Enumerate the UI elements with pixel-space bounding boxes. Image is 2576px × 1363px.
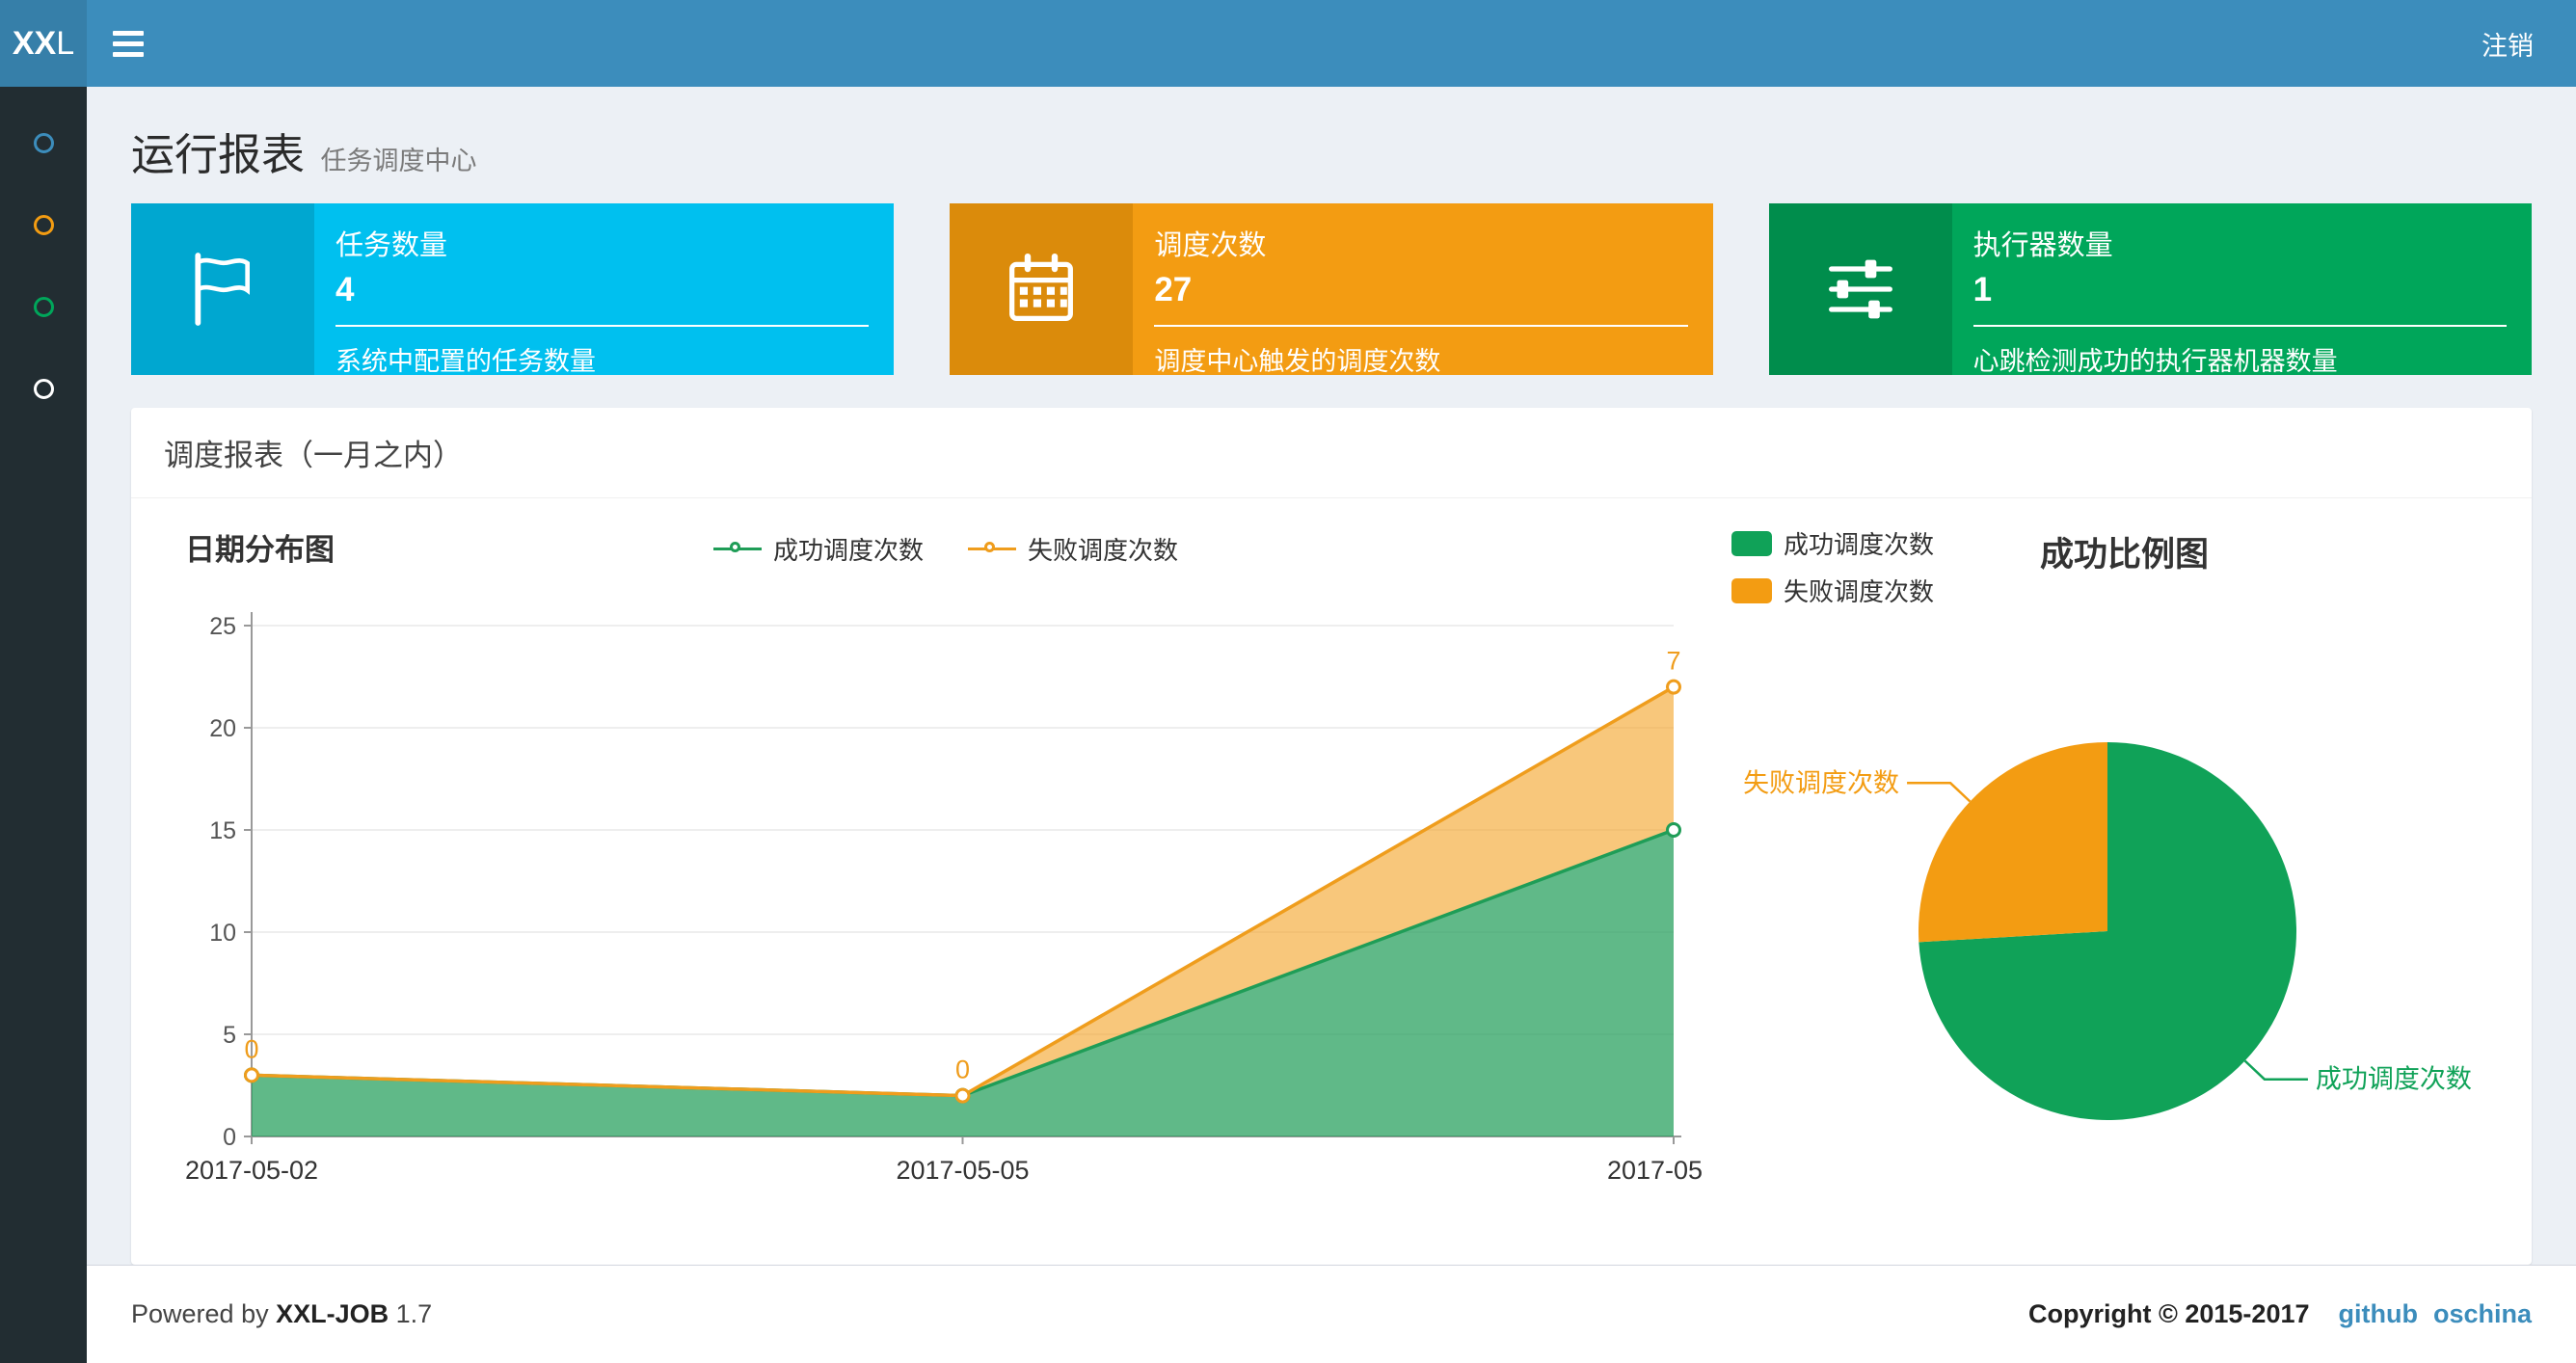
info-box-value: 4 <box>335 271 355 308</box>
footer-right: Copyright © 2015-2017 github oschina <box>2028 1299 2532 1329</box>
info-box-content: 调度次数 27 调度中心触发的调度次数 <box>1133 203 1712 376</box>
version: 1.7 <box>395 1299 433 1328</box>
info-box-content: 执行器数量 1 心跳检测成功的执行器机器数量 <box>1952 203 2532 376</box>
info-box-divider <box>1972 325 2507 327</box>
page-header: 运行报表 任务调度中心 <box>114 112 2549 203</box>
sidebar-toggle-button[interactable] <box>87 0 170 87</box>
flag-icon <box>131 203 314 375</box>
svg-text:2017-05-02: 2017-05-02 <box>185 1156 318 1185</box>
info-box-title: 任务数量 <box>335 230 448 261</box>
svg-text:10: 10 <box>209 920 236 947</box>
logo-text-bold: XX <box>12 24 57 62</box>
line-chart-svg: 05101520252017-05-022017-05-052017-05-08… <box>185 612 1740 1185</box>
sidebar-item-4-circle-icon[interactable] <box>33 379 54 399</box>
panel-header: 调度报表（一月之内） <box>131 408 2532 498</box>
svg-text:15: 15 <box>209 817 236 844</box>
info-box-value: 27 <box>1154 271 1193 308</box>
svg-text:0: 0 <box>223 1124 236 1151</box>
svg-text:0: 0 <box>955 1056 970 1084</box>
legend-swatch-icon <box>1731 577 1772 603</box>
brand-name: XXL-JOB <box>276 1299 389 1328</box>
sliders-icon <box>1768 203 1952 375</box>
page-title: 运行报表 <box>131 130 306 179</box>
info-box-content: 任务数量 4 系统中配置的任务数量 <box>314 203 894 376</box>
info-box-value: 1 <box>1972 271 1993 308</box>
sidebar-item-1-circle-icon[interactable] <box>33 133 54 153</box>
info-box-executors: 执行器数量 1 心跳检测成功的执行器机器数量 <box>1768 203 2532 376</box>
navbar-spacer <box>170 0 2439 87</box>
success-ratio-chart: 成功调度次数 失败调度次数 成功比例图 成功调度次数 失败调度次数 <box>1731 520 2503 1230</box>
legend-swatch-icon <box>1731 530 1772 556</box>
line-chart-header: 日期分布图 成功调度次数 失败调度次数 <box>160 520 1731 577</box>
line-marker-icon <box>968 542 1016 552</box>
logo-link[interactable]: XX L <box>0 0 87 87</box>
line-chart-legend: 成功调度次数 失败调度次数 <box>160 520 1731 567</box>
legend-label: 成功调度次数 <box>772 536 924 565</box>
sidebar <box>0 87 87 1363</box>
hamburger-icon <box>113 30 144 36</box>
svg-text:2017-05-08: 2017-05-08 <box>1607 1156 1703 1185</box>
pie-chart-title: 成功比例图 <box>2040 536 2210 574</box>
legend-label: 失败调度次数 <box>1784 577 1935 606</box>
page-subtitle: 任务调度中心 <box>320 147 477 175</box>
panel-body: 日期分布图 成功调度次数 失败调度次数 0 5 10 15 20 25 2017-05-02… <box>131 498 2532 1265</box>
link-oschina[interactable]: oschina <box>2433 1299 2532 1329</box>
svg-text:2017-05-05: 2017-05-05 <box>896 1156 1029 1185</box>
pie-chart-svg: 成功调度次数 失败调度次数 <box>1743 742 2472 1120</box>
svg-text:成功调度次数: 成功调度次数 <box>2316 1065 2472 1094</box>
info-box-title: 执行器数量 <box>1972 230 2113 261</box>
pie-legend-item-success[interactable]: 成功调度次数 <box>1731 525 1934 561</box>
info-box-title: 调度次数 <box>1154 230 1267 261</box>
info-box-divider <box>1154 325 1688 327</box>
legend-label: 失败调度次数 <box>1028 536 1179 565</box>
line-marker-icon <box>712 542 762 552</box>
sidebar-item-3-circle-icon[interactable] <box>33 297 54 317</box>
info-box-row: 任务数量 4 系统中配置的任务数量 调度次数 27 调度中心触发的调度次数 执行… <box>114 203 2549 376</box>
info-box-description: 心跳检测成功的执行器机器数量 <box>1972 347 2338 376</box>
info-box-divider <box>335 325 870 327</box>
pie-chart-legend: 成功调度次数 失败调度次数 <box>1731 525 1934 608</box>
svg-text:20: 20 <box>209 715 236 742</box>
date-distribution-chart: 日期分布图 成功调度次数 失败调度次数 0 5 10 15 20 25 2017-05-02… <box>160 520 1740 1230</box>
panel-scheduling-report: 调度报表（一月之内） 日期分布图 成功调度次数 失败调度次数 0 5 10 15… <box>131 408 2532 1265</box>
calendar-icon <box>950 203 1134 375</box>
copyright: Copyright © 2015-2017 <box>2027 1299 2310 1328</box>
powered-by: Powered by XXL-JOB 1.7 <box>131 1299 433 1328</box>
content-wrapper: 运行报表 任务调度中心 任务数量 4 系统中配置的任务数量 调度次数 27 调度… <box>87 87 2576 1265</box>
info-box-triggers: 调度次数 27 调度中心触发的调度次数 <box>950 203 1713 376</box>
svg-text:7: 7 <box>1666 647 1680 676</box>
svg-text:失败调度次数: 失败调度次数 <box>1743 768 1899 797</box>
svg-text:25: 25 <box>209 613 236 640</box>
sidebar-item-2-circle-icon[interactable] <box>33 215 54 235</box>
info-box-description: 调度中心触发的调度次数 <box>1154 347 1441 376</box>
legend-label: 成功调度次数 <box>1784 530 1935 559</box>
legend-item-success[interactable]: 成功调度次数 <box>712 531 924 567</box>
pie-legend-item-fail[interactable]: 失败调度次数 <box>1731 573 1934 608</box>
info-box-description: 系统中配置的任务数量 <box>335 347 596 376</box>
pie-chart-header: 成功调度次数 失败调度次数 成功比例图 <box>1731 520 2503 608</box>
logout-link[interactable]: 注销 <box>2439 0 2576 87</box>
line-chart-title: 日期分布图 <box>185 533 335 567</box>
svg-text:5: 5 <box>223 1022 236 1049</box>
info-box-jobs: 任务数量 4 系统中配置的任务数量 <box>131 203 895 376</box>
footer: Powered by XXL-JOB 1.7 Copyright © 2015-… <box>87 1265 2576 1363</box>
svg-text:0: 0 <box>244 1034 258 1063</box>
link-github[interactable]: github <box>2339 1299 2418 1329</box>
panel-title: 调度报表（一月之内） <box>164 439 463 472</box>
navbar: XX L 注销 <box>0 0 2576 87</box>
legend-item-fail[interactable]: 失败调度次数 <box>968 531 1178 567</box>
logo-text-light: L <box>56 24 75 62</box>
